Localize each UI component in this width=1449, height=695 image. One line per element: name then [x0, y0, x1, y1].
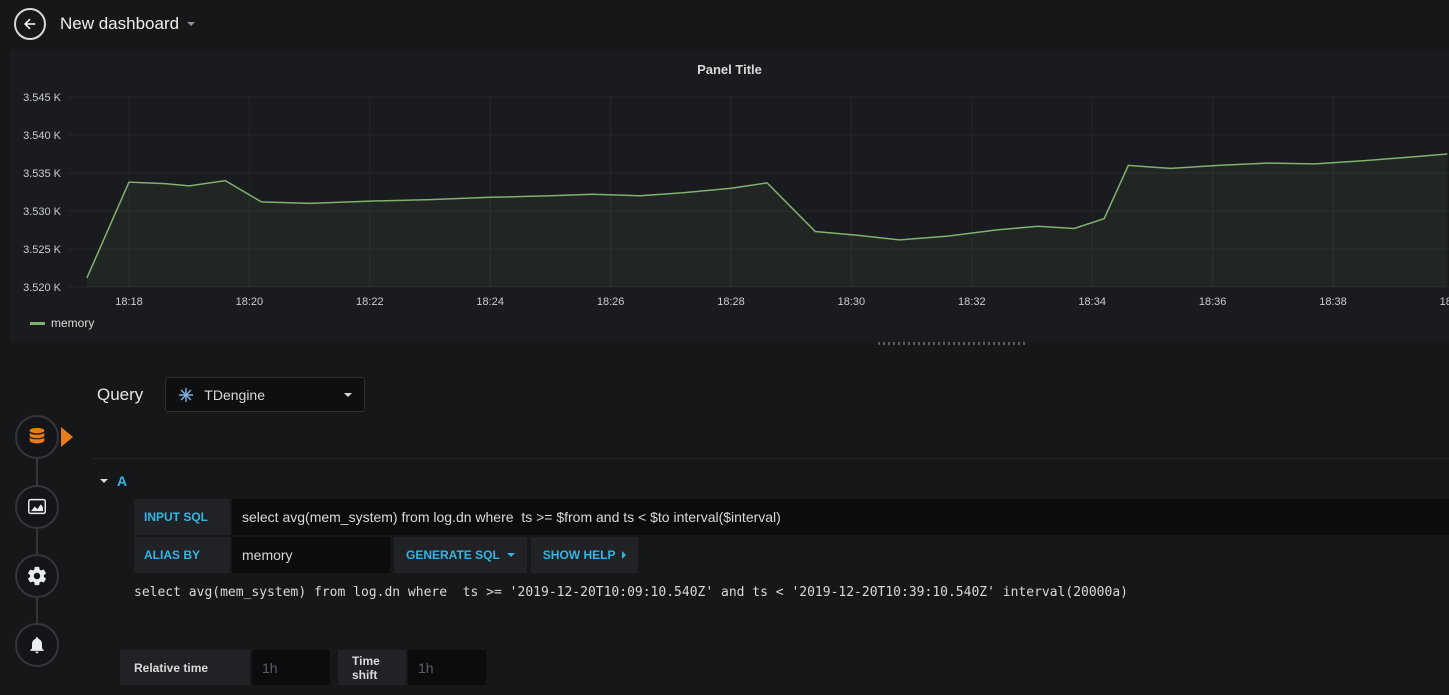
- svg-text:3.545 K: 3.545 K: [23, 92, 62, 104]
- svg-text:18:34: 18:34: [1078, 296, 1106, 308]
- tdengine-logo-icon: [179, 387, 194, 402]
- legend-label[interactable]: memory: [51, 316, 94, 330]
- svg-text:3.520 K: 3.520 K: [23, 282, 62, 294]
- chevron-down-icon: [344, 392, 353, 397]
- chevron-down-icon: [506, 553, 515, 557]
- generate-sql-label: GENERATE SQL: [406, 548, 500, 562]
- show-help-label: SHOW HELP: [542, 548, 616, 562]
- svg-text:18:26: 18:26: [597, 296, 625, 308]
- time-shift-label: Time shift: [338, 650, 406, 685]
- query-editor: Query TDengine A INPUT SQL ALIAS BY GE: [0, 360, 1449, 685]
- query-header: Query TDengine: [97, 377, 1449, 412]
- input-sql-row: INPUT SQL: [134, 499, 1449, 535]
- arrow-left-icon: [24, 18, 36, 30]
- graph-panel: Panel Title 3.520 K 3.525 K 3.530 K 3.535 K…: [10, 50, 1449, 342]
- relative-time-label: Relative time: [120, 650, 250, 685]
- svg-text:18:18: 18:18: [115, 296, 143, 308]
- generated-sql-text: select avg(mem_system) from log.dn where…: [134, 585, 1128, 600]
- relative-time-input[interactable]: [252, 650, 330, 685]
- input-sql-field[interactable]: [232, 499, 1449, 535]
- svg-text:18:40: 18:40: [1440, 296, 1449, 308]
- legend[interactable]: memory: [30, 316, 94, 330]
- svg-text:18:32: 18:32: [958, 296, 986, 308]
- top-nav: New dashboard: [0, 0, 1449, 48]
- svg-text:18:36: 18:36: [1199, 296, 1227, 308]
- chevron-down-icon: [187, 22, 196, 26]
- datasource-picker[interactable]: TDengine: [165, 377, 366, 412]
- alias-by-label: ALIAS BY: [134, 537, 230, 573]
- query-ref-id: A: [117, 473, 128, 489]
- legend-swatch: [30, 321, 45, 325]
- svg-text:3.535 K: 3.535 K: [23, 168, 62, 180]
- time-shift-input[interactable]: [408, 650, 486, 685]
- back-button[interactable]: [14, 8, 46, 40]
- svg-text:18:24: 18:24: [476, 296, 504, 308]
- time-options-row: Relative time Time shift: [120, 650, 1449, 685]
- svg-text:18:20: 18:20: [236, 296, 264, 308]
- query-separator: [92, 458, 1449, 459]
- svg-text:18:28: 18:28: [717, 296, 745, 308]
- svg-text:18:30: 18:30: [838, 296, 866, 308]
- generate-sql-button[interactable]: GENERATE SQL: [394, 537, 527, 573]
- dashboard-title: New dashboard: [60, 14, 180, 33]
- chevron-right-icon: [622, 551, 627, 559]
- query-section-title: Query: [97, 384, 144, 404]
- horizontal-scrollbar[interactable]: [878, 342, 1028, 345]
- svg-text:3.540 K: 3.540 K: [23, 130, 62, 142]
- alias-by-row: ALIAS BY GENERATE SQL SHOW HELP: [134, 537, 1449, 573]
- show-help-button[interactable]: SHOW HELP: [530, 537, 639, 573]
- alias-by-field[interactable]: [232, 537, 390, 573]
- svg-text:3.530 K: 3.530 K: [23, 206, 62, 218]
- input-sql-label: INPUT SQL: [134, 499, 230, 535]
- svg-text:18:38: 18:38: [1319, 296, 1347, 308]
- svg-text:18:22: 18:22: [356, 296, 384, 308]
- datasource-name: TDengine: [204, 386, 265, 403]
- dashboard-title-dropdown[interactable]: New dashboard: [60, 14, 196, 34]
- svg-text:3.525 K: 3.525 K: [23, 244, 62, 256]
- time-series-chart: 3.520 K 3.525 K 3.530 K 3.535 K 3.540 K 3.545…: [23, 92, 1449, 308]
- query-row-header[interactable]: A: [100, 471, 1449, 491]
- collapse-icon[interactable]: [100, 479, 108, 483]
